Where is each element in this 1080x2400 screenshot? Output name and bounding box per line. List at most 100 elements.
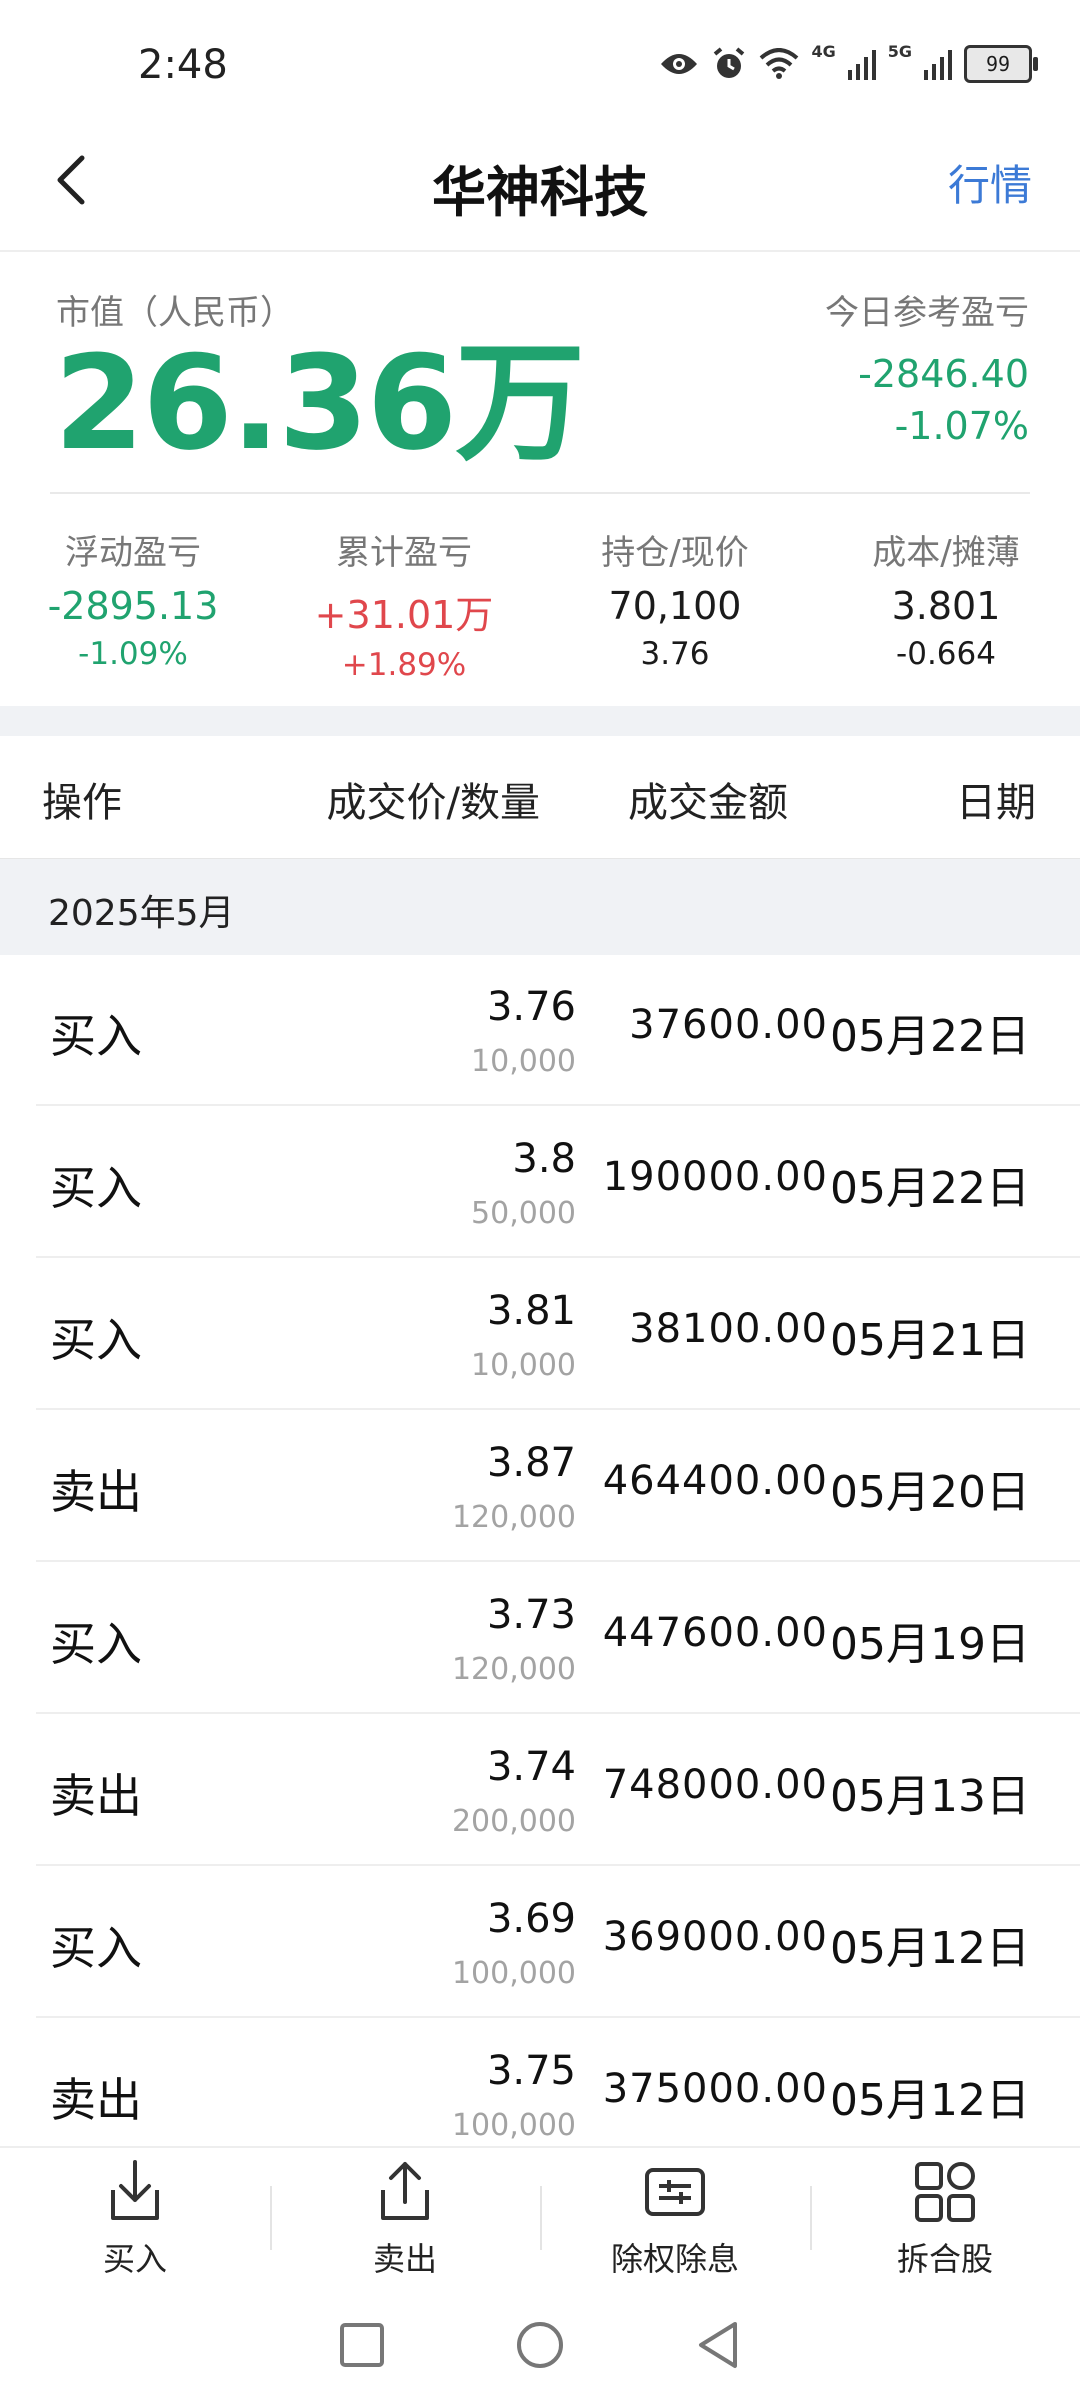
split-merge-button[interactable]: 拆合股 [810, 2148, 1080, 2288]
trade-date: 05月22日 [830, 1163, 1030, 1214]
split-merge-label: 拆合股 [896, 2240, 993, 2278]
buy-download-icon [111, 2160, 159, 2220]
stat-value: +31.01万 [314, 593, 494, 637]
column-header-price-qty: 成交价/数量 [326, 780, 540, 826]
trade-amount: 369000.00 [602, 1914, 828, 1960]
trade-date: 05月21日 [830, 1315, 1030, 1366]
trade-op: 买入 [50, 1617, 142, 1671]
sell-upload-icon [381, 2162, 429, 2220]
battery-icon: 99 [964, 45, 1038, 83]
trade-row[interactable]: 卖出 3.87 120,000 464400.00 05月20日 [36, 1410, 1080, 1562]
stat-subvalue: -1.09% [78, 636, 188, 672]
trade-price: 3.81 [486, 1288, 576, 1334]
grid-icon [915, 2162, 975, 2222]
status-time: 2:48 [138, 42, 228, 88]
market-quote-link[interactable]: 行情 [948, 152, 1032, 213]
trade-amount: 38100.00 [629, 1306, 828, 1352]
sell-button[interactable]: 卖出 [270, 2148, 540, 2288]
buy-button[interactable]: 买入 [0, 2148, 270, 2288]
battery-level: 99 [985, 52, 1011, 76]
trade-price: 3.75 [486, 2048, 576, 2094]
summary-divider [50, 492, 1030, 494]
signal-icon-2 [924, 50, 952, 80]
trade-date: 05月13日 [830, 1771, 1030, 1822]
stat-cumulative-pnl: 累计盈亏 +31.01万 +1.89% [279, 525, 529, 683]
stat-floating-pnl: 浮动盈亏 -2895.13 -1.09% [8, 525, 258, 672]
back-nav-icon[interactable] [695, 2320, 741, 2370]
trade-qty: 200,000 [451, 1804, 576, 1839]
recent-apps-icon[interactable] [339, 2322, 385, 2368]
eye-icon [661, 54, 698, 74]
trade-price: 3.74 [486, 1744, 576, 1790]
trade-row[interactable]: 买入 3.81 10,000 38100.00 05月21日 [36, 1258, 1080, 1410]
trade-price: 3.8 [512, 1136, 576, 1182]
trade-price: 3.73 [486, 1592, 576, 1638]
status-icons: 4G 5G 99 [659, 42, 1038, 86]
trade-list: 买入 3.76 10,000 37600.00 05月22日 买入 3.8 50… [36, 954, 1080, 2168]
home-icon[interactable] [515, 2320, 565, 2370]
today-pnl-value: -2846.40 [858, 352, 1029, 396]
trade-row[interactable]: 卖出 3.74 200,000 748000.00 05月13日 [36, 1714, 1080, 1866]
trade-price: 3.87 [486, 1440, 576, 1486]
stat-value: 70,100 [608, 584, 742, 628]
trade-amount: 37600.00 [629, 1002, 828, 1048]
alarm-icon [714, 47, 745, 78]
column-header-op: 操作 [42, 780, 122, 826]
trade-row[interactable]: 买入 3.69 100,000 369000.00 05月12日 [36, 1866, 1080, 2018]
network-5g-label: 5G [887, 42, 912, 61]
trade-op: 卖出 [50, 1465, 142, 1519]
trade-op: 卖出 [50, 2073, 142, 2127]
trade-qty: 100,000 [451, 2108, 576, 2143]
trade-row[interactable]: 买入 3.8 50,000 190000.00 05月22日 [36, 1106, 1080, 1258]
wifi-icon [760, 48, 799, 79]
trade-amount: 375000.00 [602, 2066, 828, 2112]
trade-price: 3.76 [486, 984, 576, 1030]
stat-value: -2895.13 [47, 584, 219, 628]
stat-subvalue: 3.76 [640, 636, 710, 672]
trade-row[interactable]: 买入 3.73 120,000 447600.00 05月19日 [36, 1562, 1080, 1714]
stat-cost-diluted: 成本/摊薄 3.801 -0.664 [821, 525, 1071, 672]
market-value: 26.36万 [54, 327, 585, 479]
network-4g-label: 4G [811, 42, 836, 61]
buy-label: 买入 [102, 2240, 167, 2278]
trade-qty: 10,000 [471, 1044, 576, 1079]
trade-qty: 50,000 [471, 1196, 576, 1231]
page-title: 华神科技 [432, 161, 648, 224]
ex-rights-label: 除权除息 [610, 2240, 739, 2278]
stat-label: 持仓/现价 [601, 533, 749, 573]
trade-amount: 748000.00 [602, 1762, 828, 1808]
today-pnl-percent: -1.07% [894, 404, 1029, 448]
column-header-amount: 成交金额 [628, 780, 788, 826]
trade-price: 3.69 [486, 1896, 576, 1942]
trade-qty: 100,000 [451, 1956, 576, 1991]
trade-date: 05月20日 [830, 1467, 1030, 1518]
trade-qty: 10,000 [471, 1348, 576, 1383]
trade-row[interactable]: 买入 3.76 10,000 37600.00 05月22日 [36, 954, 1080, 1106]
stat-label: 累计盈亏 [336, 533, 472, 573]
sliders-icon [645, 2168, 705, 2216]
bottom-toolbar: 买入 卖出 除权除息 拆合股 [0, 2146, 1080, 2288]
trade-op: 买入 [50, 1009, 142, 1063]
trade-op: 买入 [50, 1161, 142, 1215]
sell-label: 卖出 [372, 2240, 437, 2278]
trade-date: 05月12日 [830, 1923, 1030, 1974]
stat-value: 3.801 [891, 584, 1001, 628]
stat-subvalue: +1.89% [341, 647, 467, 683]
stat-subvalue: -0.664 [896, 636, 996, 672]
today-pnl-label: 今日参考盈亏 [825, 293, 1029, 333]
stat-label: 成本/摊薄 [872, 533, 1020, 573]
section-gap [0, 706, 1080, 736]
trade-amount: 464400.00 [602, 1458, 828, 1504]
trade-amount: 190000.00 [602, 1154, 828, 1200]
system-nav-bar [0, 2290, 1080, 2400]
column-header-date: 日期 [956, 780, 1036, 826]
trade-date: 05月22日 [830, 1011, 1030, 1062]
signal-icon-1 [847, 50, 876, 80]
trade-date: 05月12日 [830, 2075, 1030, 2126]
month-label: 2025年5月 [48, 893, 235, 934]
trade-date: 05月19日 [830, 1619, 1030, 1670]
trade-op: 买入 [50, 1921, 142, 1975]
ex-rights-button[interactable]: 除权除息 [540, 2148, 810, 2288]
trade-op: 买入 [50, 1313, 142, 1367]
trade-op: 卖出 [50, 1769, 142, 1823]
